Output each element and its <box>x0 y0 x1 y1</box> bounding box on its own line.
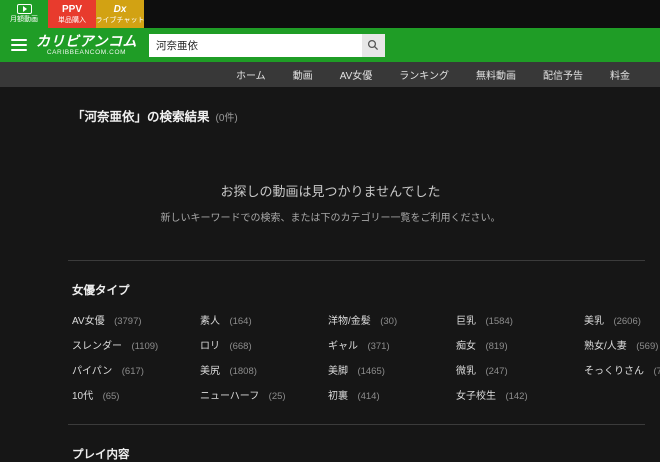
category-label: 素人 <box>200 316 220 327</box>
category-label: 熟女/人妻 <box>584 341 627 352</box>
category-count: (569) <box>636 341 658 352</box>
nav-item[interactable]: ホーム <box>236 67 266 82</box>
category-link[interactable]: AV女優 (3797) <box>72 313 200 328</box>
tab-monthly-video[interactable]: 月額動画 <box>0 0 48 28</box>
no-results-hint: 新しいキーワードでの検索、または下のカテゴリー一覧をご利用ください。 <box>44 209 617 224</box>
category-link[interactable]: 痴女 (819) <box>456 338 584 353</box>
section-divider <box>68 424 645 425</box>
menu-icon[interactable] <box>11 39 27 51</box>
category-label: ニューハーフ <box>200 391 259 402</box>
tab-livechat-label: ライブチャット <box>96 16 145 25</box>
category-link[interactable]: 初裏 (414) <box>328 388 456 403</box>
category-count: (617) <box>122 366 144 377</box>
dx-logo: Dx <box>114 4 127 15</box>
no-results-title: お探しの動画は見つかりませんでした <box>44 181 617 200</box>
nav-item[interactable]: 無料動画 <box>476 67 516 82</box>
category-label: そっくりさん <box>584 366 644 377</box>
nav-item[interactable]: 料金 <box>610 67 630 82</box>
ppv-logo: PPV <box>62 4 82 15</box>
search-bar <box>149 34 385 57</box>
category-label: 巨乳 <box>456 316 476 327</box>
category-link[interactable]: ギャル (371) <box>328 338 456 353</box>
tab-ppv[interactable]: PPV 単品購入 <box>48 0 96 28</box>
search-results-title: 「河奈亜依」の検索結果 (0件) <box>72 106 645 125</box>
logo-title: カリビアンコム <box>36 34 137 48</box>
category-link[interactable]: 10代 (65) <box>72 388 200 403</box>
category-link[interactable]: 巨乳 (1584) <box>456 313 584 328</box>
category-link[interactable]: 微乳 (247) <box>456 363 584 378</box>
nav-item[interactable]: 動画 <box>293 67 313 82</box>
site-logo[interactable]: カリビアンコム CARIBBEANCOM.COM <box>36 34 137 56</box>
category-label: ロリ <box>200 341 220 352</box>
category-link[interactable]: パイパン (617) <box>72 363 200 378</box>
category-count: (2606) <box>613 316 640 327</box>
category-label: スレンダー <box>72 341 122 352</box>
category-count: (247) <box>485 366 507 377</box>
category-link[interactable]: スレンダー (1109) <box>72 338 200 353</box>
category-count: (1584) <box>485 316 512 327</box>
category-count: (1465) <box>357 366 384 377</box>
category-label: 女子校生 <box>456 391 496 402</box>
tab-ppv-label: 単品購入 <box>58 16 86 25</box>
category-count: (142) <box>505 391 527 402</box>
search-icon <box>367 39 379 51</box>
search-results-title-text: 「河奈亜依」の検索結果 <box>72 110 210 124</box>
category-label: 洋物/金髪 <box>328 316 371 327</box>
tab-monthly-label: 月額動画 <box>10 15 38 24</box>
nav-item[interactable]: AV女優 <box>340 67 373 82</box>
category-link[interactable]: 洋物/金髪 (30) <box>328 313 456 328</box>
category-label: パイパン <box>72 366 112 377</box>
category-count: (76) <box>653 366 660 377</box>
category-count: (819) <box>485 341 507 352</box>
nav-item[interactable]: ランキング <box>399 67 449 82</box>
category-link[interactable]: 熟女/人妻 (569) <box>584 338 660 353</box>
category-count: (414) <box>357 391 379 402</box>
search-button[interactable] <box>362 34 385 57</box>
play-icon <box>17 4 32 14</box>
category-link[interactable]: 美脚 (1465) <box>328 363 456 378</box>
category-label: 美脚 <box>328 366 348 377</box>
category-count: (30) <box>380 316 397 327</box>
main-content: 「河奈亜依」の検索結果 (0件) お探しの動画は見つかりませんでした 新しいキーワ… <box>0 106 660 462</box>
category-label: 初裏 <box>328 391 348 402</box>
category-label: 微乳 <box>456 366 476 377</box>
category-link[interactable]: そっくりさん (76) <box>584 363 660 378</box>
category-grid: AV女優 (3797) 素人 (164) 洋物/金髪 (30) 巨乳 (1584… <box>72 313 645 403</box>
tab-livechat[interactable]: Dx ライブチャット <box>96 0 144 28</box>
section-divider <box>68 260 645 261</box>
category-label: AV女優 <box>72 316 105 327</box>
category-count: (3797) <box>114 316 141 327</box>
category-label: ギャル <box>328 341 358 352</box>
category-count: (668) <box>229 341 251 352</box>
site-header: カリビアンコム CARIBBEANCOM.COM <box>0 28 660 62</box>
category-link[interactable]: 美乳 (2606) <box>584 313 660 328</box>
category-count: (371) <box>367 341 389 352</box>
category-link[interactable]: 美尻 (1808) <box>200 363 328 378</box>
top-service-bar: 月額動画 PPV 単品購入 Dx ライブチャット <box>0 0 660 28</box>
play-section-heading: プレイ内容 <box>72 446 645 462</box>
category-link[interactable]: ニューハーフ (25) <box>200 388 328 403</box>
nav-item[interactable]: 配信予告 <box>543 67 583 82</box>
category-count: (1808) <box>229 366 256 377</box>
category-label: 美乳 <box>584 316 604 327</box>
main-nav: ホーム 動画 AV女優 ランキング 無料動画 配信予告 料金 <box>0 62 660 87</box>
category-label: 美尻 <box>200 366 220 377</box>
category-count: (65) <box>103 391 120 402</box>
category-count: (164) <box>229 316 251 327</box>
logo-subtitle: CARIBBEANCOM.COM <box>36 49 137 56</box>
category-count: (1109) <box>131 341 158 352</box>
category-label: 10代 <box>72 391 93 402</box>
category-label: 痴女 <box>456 341 476 352</box>
search-input[interactable] <box>149 34 362 57</box>
results-count: (0件) <box>216 113 238 124</box>
category-link[interactable]: 素人 (164) <box>200 313 328 328</box>
category-link[interactable]: 女子校生 (142) <box>456 388 584 403</box>
category-count: (25) <box>269 391 286 402</box>
category-link[interactable]: ロリ (668) <box>200 338 328 353</box>
no-results-message: お探しの動画は見つかりませんでした 新しいキーワードでの検索、または下のカテゴリ… <box>44 181 617 224</box>
category-section-heading: 女優タイプ <box>72 282 645 298</box>
